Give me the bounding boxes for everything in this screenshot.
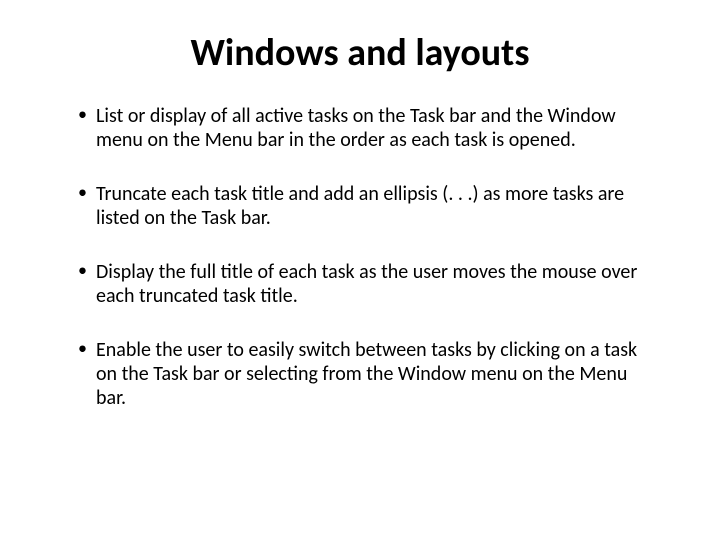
list-item: Enable the user to easily switch between…	[78, 338, 660, 410]
list-item: Display the full title of each task as t…	[78, 260, 660, 308]
bullet-list: List or display of all active tasks on t…	[60, 104, 660, 410]
list-item: Truncate each task title and add an elli…	[78, 182, 660, 230]
slide-title: Windows and layouts	[60, 30, 660, 76]
list-item: List or display of all active tasks on t…	[78, 104, 660, 152]
